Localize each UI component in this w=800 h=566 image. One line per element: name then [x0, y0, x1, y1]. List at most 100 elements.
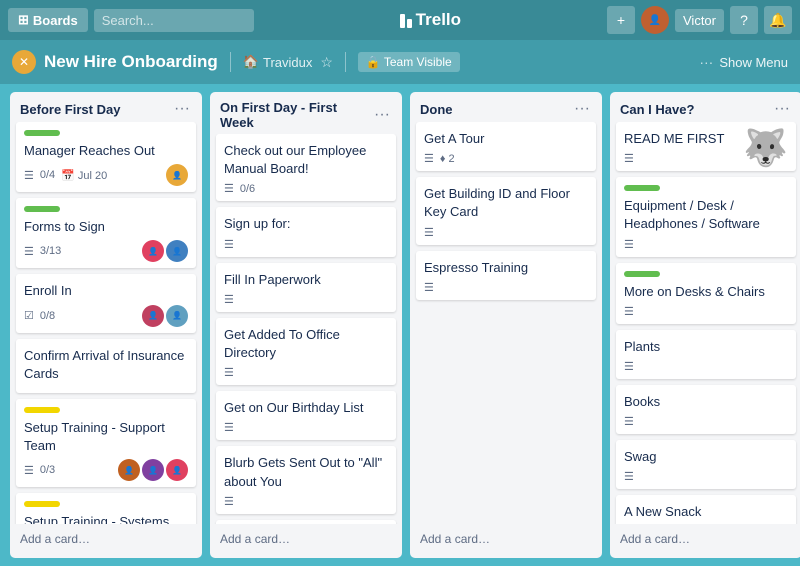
card[interactable]: A New Snack☰	[616, 495, 796, 524]
star-icon[interactable]: ☆	[320, 54, 333, 71]
list-menu-button[interactable]: ···	[572, 100, 592, 118]
trello-logo-text: Trello	[416, 10, 461, 30]
card[interactable]: Plants☰	[616, 330, 796, 379]
card[interactable]: Manager Reaches Out☰0/4📅 Jul 20👤	[16, 122, 196, 192]
card-meta: ☰0/3👤👤👤	[24, 459, 188, 481]
card[interactable]: Espresso Training☰	[416, 251, 596, 300]
lock-icon: 🔒	[366, 55, 381, 69]
card-label	[624, 271, 660, 277]
list-cards: Check out our Employee Manual Board!☰0/6…	[210, 134, 402, 524]
card-title: Get Building ID and Floor Key Card	[424, 185, 588, 221]
mini-avatar: 👤	[166, 305, 188, 327]
list-title: Before First Day	[20, 102, 172, 117]
card[interactable]: Swag☰	[616, 440, 796, 489]
card[interactable]: Setup Training - Systems Team☰0/3👤👤	[16, 493, 196, 524]
card-title: Confirm Arrival of Insurance Cards	[24, 347, 188, 383]
card[interactable]: Check out our Employee Manual Board!☰0/6	[216, 134, 396, 201]
list-cards: Get A Tour☰♦ 2 Get Building ID and Floor …	[410, 122, 602, 524]
card[interactable]: Blurb Gets Sent Out to "All" about You☰	[216, 446, 396, 513]
list-menu-button[interactable]: ···	[172, 100, 192, 118]
card-badge: ☰	[224, 238, 234, 251]
card[interactable]: Get Building ID and Floor Key Card ☰	[416, 177, 596, 244]
visibility-button[interactable]: 🔒 Team Visible	[358, 52, 460, 72]
board-icon: ✕	[12, 50, 36, 74]
list-header: Before First Day···	[10, 92, 202, 122]
card[interactable]: Confirm Arrival of Insurance Cards	[16, 339, 196, 393]
card-title: Get A Tour	[424, 130, 588, 148]
card-title: Get on Our Birthday List	[224, 399, 388, 417]
bell-icon: 🔔	[769, 12, 786, 29]
list-cards: Manager Reaches Out☰0/4📅 Jul 20👤Forms to…	[10, 122, 202, 524]
list-menu-button[interactable]: ···	[772, 100, 792, 118]
card-title: Blurb Gets Sent Out to "All" about You	[224, 454, 388, 490]
board-title-area: ✕ New Hire Onboarding 🏠 Travidux ☆ 🔒 Tea…	[12, 50, 689, 74]
card-badge: 0/6	[240, 183, 255, 195]
list-title: Done	[420, 102, 572, 117]
card-badge: ☰	[624, 470, 634, 483]
search-input[interactable]	[94, 9, 254, 32]
card[interactable]: Equipment / Desk / Headphones / Software…	[616, 177, 796, 256]
card-title: Setup Training - Systems Team	[24, 513, 188, 524]
card-title: Books	[624, 393, 788, 411]
mini-avatar: 👤	[118, 459, 140, 481]
mini-avatar: 👤	[142, 240, 164, 262]
list-header: On First Day - First Week···	[210, 92, 402, 134]
board-org: 🏠 Travidux	[243, 54, 313, 70]
card-title: More on Desks & Chairs	[624, 283, 788, 301]
boards-button[interactable]: ⊞ Boards	[8, 8, 88, 32]
card-label	[24, 407, 60, 413]
card[interactable]: Get Added To Office Directory☰	[216, 318, 396, 385]
mini-avatar: 👤	[166, 240, 188, 262]
card-label	[24, 206, 60, 212]
list-done: Done··· Get A Tour☰♦ 2 Get Building ID and…	[410, 92, 602, 558]
card-meta: ☰	[224, 238, 388, 251]
card[interactable]: Sign up for:☰	[216, 207, 396, 256]
mini-avatar: 👤	[166, 459, 188, 481]
card-title: A New Snack	[624, 503, 788, 521]
board-title: New Hire Onboarding	[44, 52, 218, 72]
card[interactable]: Setup Training - Support Team☰0/3👤👤👤	[16, 399, 196, 487]
card[interactable]: Fill In Paperwork☰	[216, 263, 396, 312]
add-card-button[interactable]: Add a card…	[216, 526, 396, 552]
list-can-i-have: Can I Have?···🐺READ ME FIRST☰Equipment /…	[610, 92, 800, 558]
list-title: On First Day - First Week	[220, 100, 372, 130]
card-avatars: 👤👤👤	[118, 459, 188, 481]
card-meta: ☑0/8👤👤	[24, 305, 188, 327]
user-button[interactable]: Victor	[675, 9, 724, 32]
card-badge: ☰	[624, 152, 634, 165]
card-badge: ☑	[24, 309, 34, 322]
card-label	[24, 501, 60, 507]
add-card-button[interactable]: Add a card…	[416, 526, 596, 552]
card[interactable]: More on Desks & Chairs☰	[616, 263, 796, 324]
card-meta: ☰	[224, 421, 388, 434]
plus-icon: +	[617, 12, 625, 28]
card-title: Manager Reaches Out	[24, 142, 188, 160]
top-nav: ⊞ Boards Trello + 👤 Victor ? 🔔	[0, 0, 800, 40]
mini-avatar: 👤	[142, 459, 164, 481]
card-meta: ☰	[424, 281, 588, 294]
notification-button[interactable]: 🔔	[764, 6, 792, 34]
mini-avatar: 👤	[166, 164, 188, 186]
add-button[interactable]: +	[607, 6, 635, 34]
ellipsis-icon: ···	[699, 54, 713, 70]
card[interactable]: Enroll In☑0/8👤👤	[16, 274, 196, 332]
add-card-button[interactable]: Add a card…	[16, 526, 196, 552]
list-cards: 🐺READ ME FIRST☰ Equipment / Desk / Headph…	[610, 122, 800, 524]
card-badge: 0/3	[40, 464, 55, 476]
card[interactable]: Get A Tour☰♦ 2	[416, 122, 596, 171]
show-menu-button[interactable]: Show Menu	[719, 55, 788, 70]
card[interactable]: Get on Our Birthday List ☰	[216, 391, 396, 440]
info-button[interactable]: ?	[730, 6, 758, 34]
card-meta: ☰	[424, 226, 588, 239]
card[interactable]: Books ☰	[616, 385, 796, 434]
card[interactable]: 🐺READ ME FIRST☰	[616, 122, 796, 171]
card-meta: ☰	[624, 415, 788, 428]
card-meta: ☰	[624, 360, 788, 373]
card-avatars: 👤👤	[142, 305, 188, 327]
board-header: ✕ New Hire Onboarding 🏠 Travidux ☆ 🔒 Tea…	[0, 40, 800, 84]
list-menu-button[interactable]: ···	[372, 106, 392, 124]
list-on-first-day: On First Day - First Week···Check out ou…	[210, 92, 402, 558]
card[interactable]: Forms to Sign☰3/13👤👤	[16, 198, 196, 268]
card[interactable]: Set up a Gravatar☰	[216, 520, 396, 524]
add-card-button[interactable]: Add a card…	[616, 526, 796, 552]
